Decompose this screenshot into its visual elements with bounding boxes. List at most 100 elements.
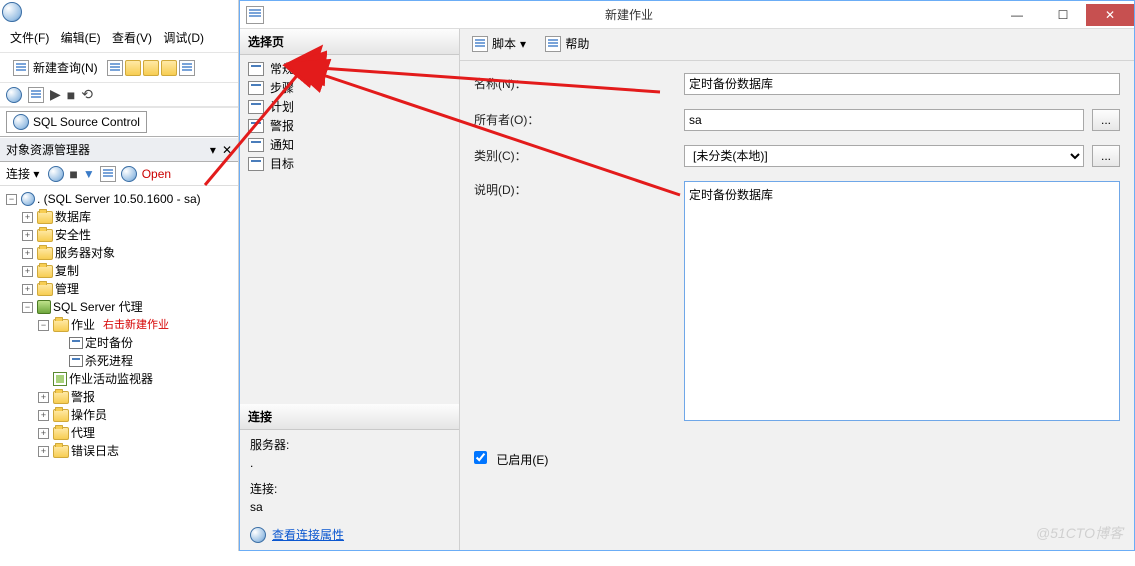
- twisty-icon[interactable]: −: [38, 320, 49, 331]
- folder-icon: [37, 229, 53, 242]
- minimize-button[interactable]: —: [994, 4, 1040, 26]
- nav-item-notifications[interactable]: 通知: [244, 135, 455, 154]
- debug-icon[interactable]: ⟲: [81, 86, 93, 103]
- description-textarea[interactable]: 定时备份数据库: [684, 181, 1120, 421]
- connect-icon[interactable]: [6, 87, 22, 103]
- script-button[interactable]: 脚本 ▾: [468, 34, 530, 53]
- close-button[interactable]: ✕: [1086, 4, 1134, 26]
- node-error-logs[interactable]: +错误日志: [38, 442, 236, 460]
- node-proxies[interactable]: +代理: [38, 424, 236, 442]
- toolbar-btn-1[interactable]: [107, 60, 123, 76]
- pause-icon[interactable]: ■: [67, 87, 75, 103]
- node-replication[interactable]: +复制: [22, 262, 236, 280]
- category-browse-button[interactable]: ...: [1092, 145, 1120, 167]
- view-connection-props-link[interactable]: 查看连接属性: [272, 526, 344, 544]
- node-jobs[interactable]: −作业右击新建作业: [38, 316, 236, 334]
- twisty-icon[interactable]: +: [22, 248, 33, 259]
- twisty-icon[interactable]: +: [38, 428, 49, 439]
- twisty-icon[interactable]: +: [22, 212, 33, 223]
- pin-icon[interactable]: ▾: [210, 143, 216, 157]
- source-control-bar: SQL Source Control: [0, 107, 238, 137]
- job-icon: [69, 337, 83, 349]
- twisty-icon[interactable]: +: [22, 230, 33, 241]
- nav-item-steps[interactable]: 步骤: [244, 78, 455, 97]
- toolbar-btn-4[interactable]: [161, 60, 177, 76]
- toolbar-btn-3[interactable]: [143, 60, 159, 76]
- new-query-button[interactable]: 新建查询(N): [6, 56, 105, 79]
- twisty-icon[interactable]: +: [22, 284, 33, 295]
- name-input[interactable]: [684, 73, 1120, 95]
- job-item[interactable]: 定时备份: [54, 334, 236, 352]
- category-select[interactable]: [未分类(本地)]: [684, 145, 1084, 167]
- menu-view[interactable]: 查看(V): [112, 31, 152, 45]
- node-management[interactable]: +管理: [22, 280, 236, 298]
- menu-file[interactable]: 文件(F): [10, 31, 49, 45]
- dialog-titlebar[interactable]: 新建作业 — ☐ ✕: [240, 1, 1134, 29]
- node-databases[interactable]: +数据库: [22, 208, 236, 226]
- nav-item-alerts[interactable]: 警报: [244, 116, 455, 135]
- page-icon: [248, 81, 264, 95]
- maximize-button[interactable]: ☐: [1040, 4, 1086, 26]
- owner-input[interactable]: [684, 109, 1084, 131]
- object-explorer-tree[interactable]: − . (SQL Server 10.50.1600 - sa) +数据库 + 安…: [0, 186, 238, 566]
- label-description: 说明(D)：: [474, 181, 684, 198]
- twisty-icon[interactable]: +: [38, 392, 49, 403]
- tool-btn-a[interactable]: [100, 166, 116, 182]
- connect-dropdown[interactable]: 连接 ▾: [6, 165, 39, 182]
- job-item[interactable]: 杀死进程: [54, 352, 236, 370]
- twisty-icon[interactable]: +: [22, 266, 33, 277]
- owner-browse-button[interactable]: ...: [1092, 109, 1120, 131]
- row-enabled: 已启用(E): [474, 451, 1120, 468]
- enabled-checkbox[interactable]: [474, 451, 487, 464]
- window-buttons: — ☐ ✕: [994, 4, 1134, 26]
- row-category: 类别(C)： [未分类(本地)] ...: [474, 145, 1120, 167]
- open-label[interactable]: Open: [142, 167, 171, 181]
- node-sql-agent[interactable]: −SQL Server 代理: [22, 298, 236, 316]
- close-panel-icon[interactable]: ✕: [222, 143, 232, 157]
- page-icon: [248, 100, 264, 114]
- folder-icon: [37, 211, 53, 224]
- nav-item-targets[interactable]: 目标: [244, 154, 455, 173]
- node-label: 定时备份: [85, 334, 133, 352]
- chevron-down-icon: ▾: [520, 37, 526, 51]
- enabled-checkbox-wrapper[interactable]: 已启用(E): [474, 451, 548, 468]
- node-label: 作业: [71, 316, 95, 334]
- menu-debug[interactable]: 调试(D): [163, 31, 204, 45]
- help-button[interactable]: 帮助: [541, 34, 593, 53]
- ssms-toolbar-1: 新建查询(N): [0, 53, 238, 83]
- job-icon: [69, 355, 83, 367]
- watermark: @51CTO博客: [1036, 523, 1123, 543]
- menu-edit[interactable]: 编辑(E): [61, 31, 101, 45]
- node-label: 安全性: [55, 226, 91, 244]
- source-control-button[interactable]: SQL Source Control: [6, 111, 147, 133]
- node-label: 服务器对象: [55, 244, 115, 262]
- ssms-menubar[interactable]: 文件(F) 编辑(E) 查看(V) 调试(D): [0, 25, 238, 53]
- stop-icon[interactable]: ■: [69, 166, 77, 182]
- tree-root[interactable]: − . (SQL Server 10.50.1600 - sa): [6, 190, 236, 208]
- nav-label: 步骤: [270, 79, 294, 96]
- tool-btn-b[interactable]: [121, 166, 137, 182]
- filter-icon[interactable]: ▼: [83, 167, 95, 181]
- nav-item-schedules[interactable]: 计划: [244, 97, 455, 116]
- conn-value: sa: [250, 498, 449, 516]
- folder-icon: [53, 391, 69, 404]
- twisty-icon[interactable]: −: [6, 194, 17, 205]
- node-security[interactable]: + 安全性: [22, 226, 236, 244]
- twisty-icon[interactable]: +: [38, 410, 49, 421]
- toolbar-btn-5[interactable]: [179, 60, 195, 76]
- node-alerts[interactable]: +警报: [38, 388, 236, 406]
- node-server-objects[interactable]: + 服务器对象: [22, 244, 236, 262]
- object-explorer-title: 对象资源管理器: [6, 141, 90, 158]
- nav-item-general[interactable]: 常规: [244, 59, 455, 78]
- node-operators[interactable]: +操作员: [38, 406, 236, 424]
- folder-icon: [37, 283, 53, 296]
- node-label: 作业活动监视器: [69, 370, 153, 388]
- toolbar-btn-2[interactable]: [125, 60, 141, 76]
- folder-icon: [53, 319, 69, 332]
- node-activity-monitor[interactable]: 作业活动监视器: [38, 370, 236, 388]
- toolbar2-btn-1[interactable]: [28, 87, 44, 103]
- twisty-icon[interactable]: −: [22, 302, 33, 313]
- play-icon[interactable]: ▶: [50, 86, 61, 103]
- refresh-icon[interactable]: [48, 166, 64, 182]
- twisty-icon[interactable]: +: [38, 446, 49, 457]
